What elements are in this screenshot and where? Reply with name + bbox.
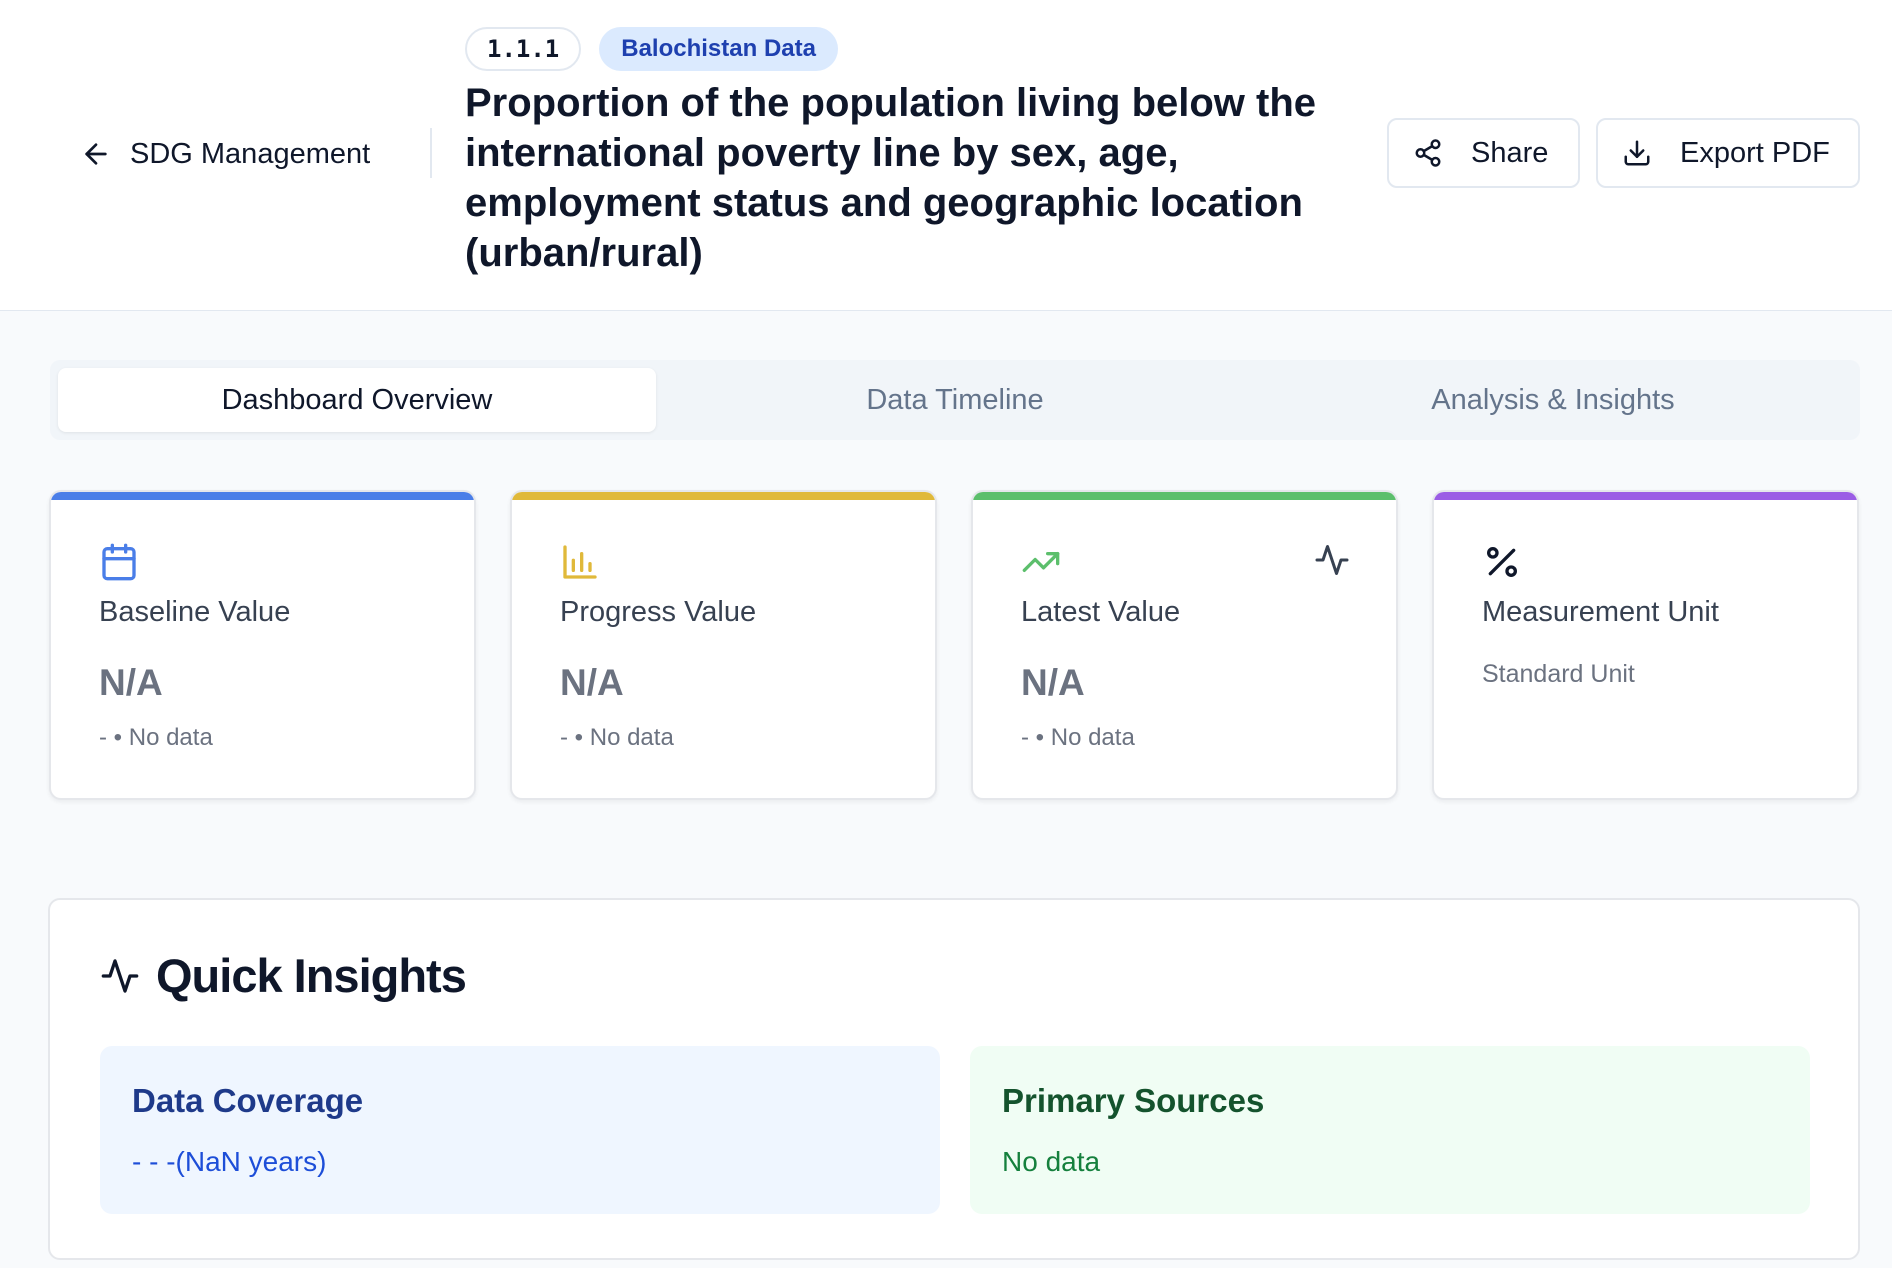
arrow-left-icon	[85, 143, 107, 165]
card-label: Latest Value	[1021, 596, 1181, 628]
card-accent-bar	[51, 492, 474, 500]
activity-icon	[1315, 545, 1349, 575]
page-title: Proportion of the population living belo…	[465, 81, 1317, 275]
data-coverage-title: Data Coverage	[132, 1082, 364, 1119]
card-unit-value: Standard Unit	[1482, 660, 1635, 688]
card-value: N/A	[1021, 662, 1085, 703]
card-value: N/A	[560, 662, 624, 703]
primary-sources-box: Primary Sources No data	[970, 1046, 1810, 1214]
card-label: Measurement Unit	[1482, 596, 1719, 628]
activity-icon	[101, 958, 139, 993]
download-icon	[1624, 140, 1650, 166]
percent-icon	[1487, 547, 1517, 577]
tab-data-timeline[interactable]: Data Timeline	[656, 368, 1254, 432]
quick-insights-title: Quick Insights	[156, 949, 467, 1002]
card-accent-bar	[973, 492, 1396, 500]
header-divider	[430, 128, 432, 178]
export-pdf-label[interactable]: Export PDF	[1680, 137, 1830, 170]
trending-up-icon	[1022, 552, 1060, 572]
baseline-value-card: Baseline Value N/A - • No data	[49, 490, 476, 800]
share-icon	[1415, 139, 1441, 167]
progress-value-card: Progress Value N/A - • No data	[510, 490, 937, 800]
back-link[interactable]: SDG Management	[80, 133, 370, 175]
primary-sources-value: No data	[1002, 1146, 1101, 1177]
data-coverage-value: - - -(NaN years)	[132, 1146, 327, 1177]
card-label: Progress Value	[560, 596, 757, 628]
share-button-label[interactable]: Share	[1471, 137, 1548, 170]
card-note: - • No data	[1021, 724, 1135, 751]
primary-sources-title: Primary Sources	[1002, 1082, 1265, 1119]
card-note: - • No data	[560, 724, 674, 751]
tab-analysis-insights[interactable]: Analysis & Insights	[1254, 368, 1852, 432]
quick-insights-panel: Quick Insights Data Coverage - - -(NaN y…	[48, 898, 1860, 1260]
card-note: - • No data	[99, 724, 213, 751]
quick-insights-heading: Quick Insights	[100, 948, 467, 1003]
indicator-code-badge: 1.1.1	[465, 27, 582, 71]
export-pdf-button[interactable]: Export PDF	[1596, 118, 1860, 188]
share-button[interactable]: Share	[1387, 118, 1580, 188]
latest-value-card: Latest Value N/A - • No data	[971, 490, 1398, 800]
measurement-unit-card: Measurement Unit Standard Unit	[1432, 490, 1859, 800]
region-badge: Balochistan Data	[599, 27, 838, 71]
card-value: N/A	[99, 662, 163, 703]
badge-row: 1.1.1 Balochistan Data	[465, 27, 838, 71]
data-coverage-box: Data Coverage - - -(NaN years)	[100, 1046, 940, 1214]
back-link-label[interactable]: SDG Management	[130, 138, 370, 171]
page-header: SDG Management 1.1.1 Balochistan Data Pr…	[0, 0, 1892, 311]
card-accent-bar	[1434, 492, 1857, 500]
card-label: Baseline Value	[99, 596, 291, 628]
card-accent-bar	[512, 492, 935, 500]
calendar-icon	[102, 543, 136, 581]
tab-bar: Dashboard Overview Data Timeline Analysi…	[50, 360, 1860, 440]
bar-chart-icon	[563, 545, 597, 579]
tab-dashboard-overview[interactable]: Dashboard Overview	[58, 368, 656, 432]
